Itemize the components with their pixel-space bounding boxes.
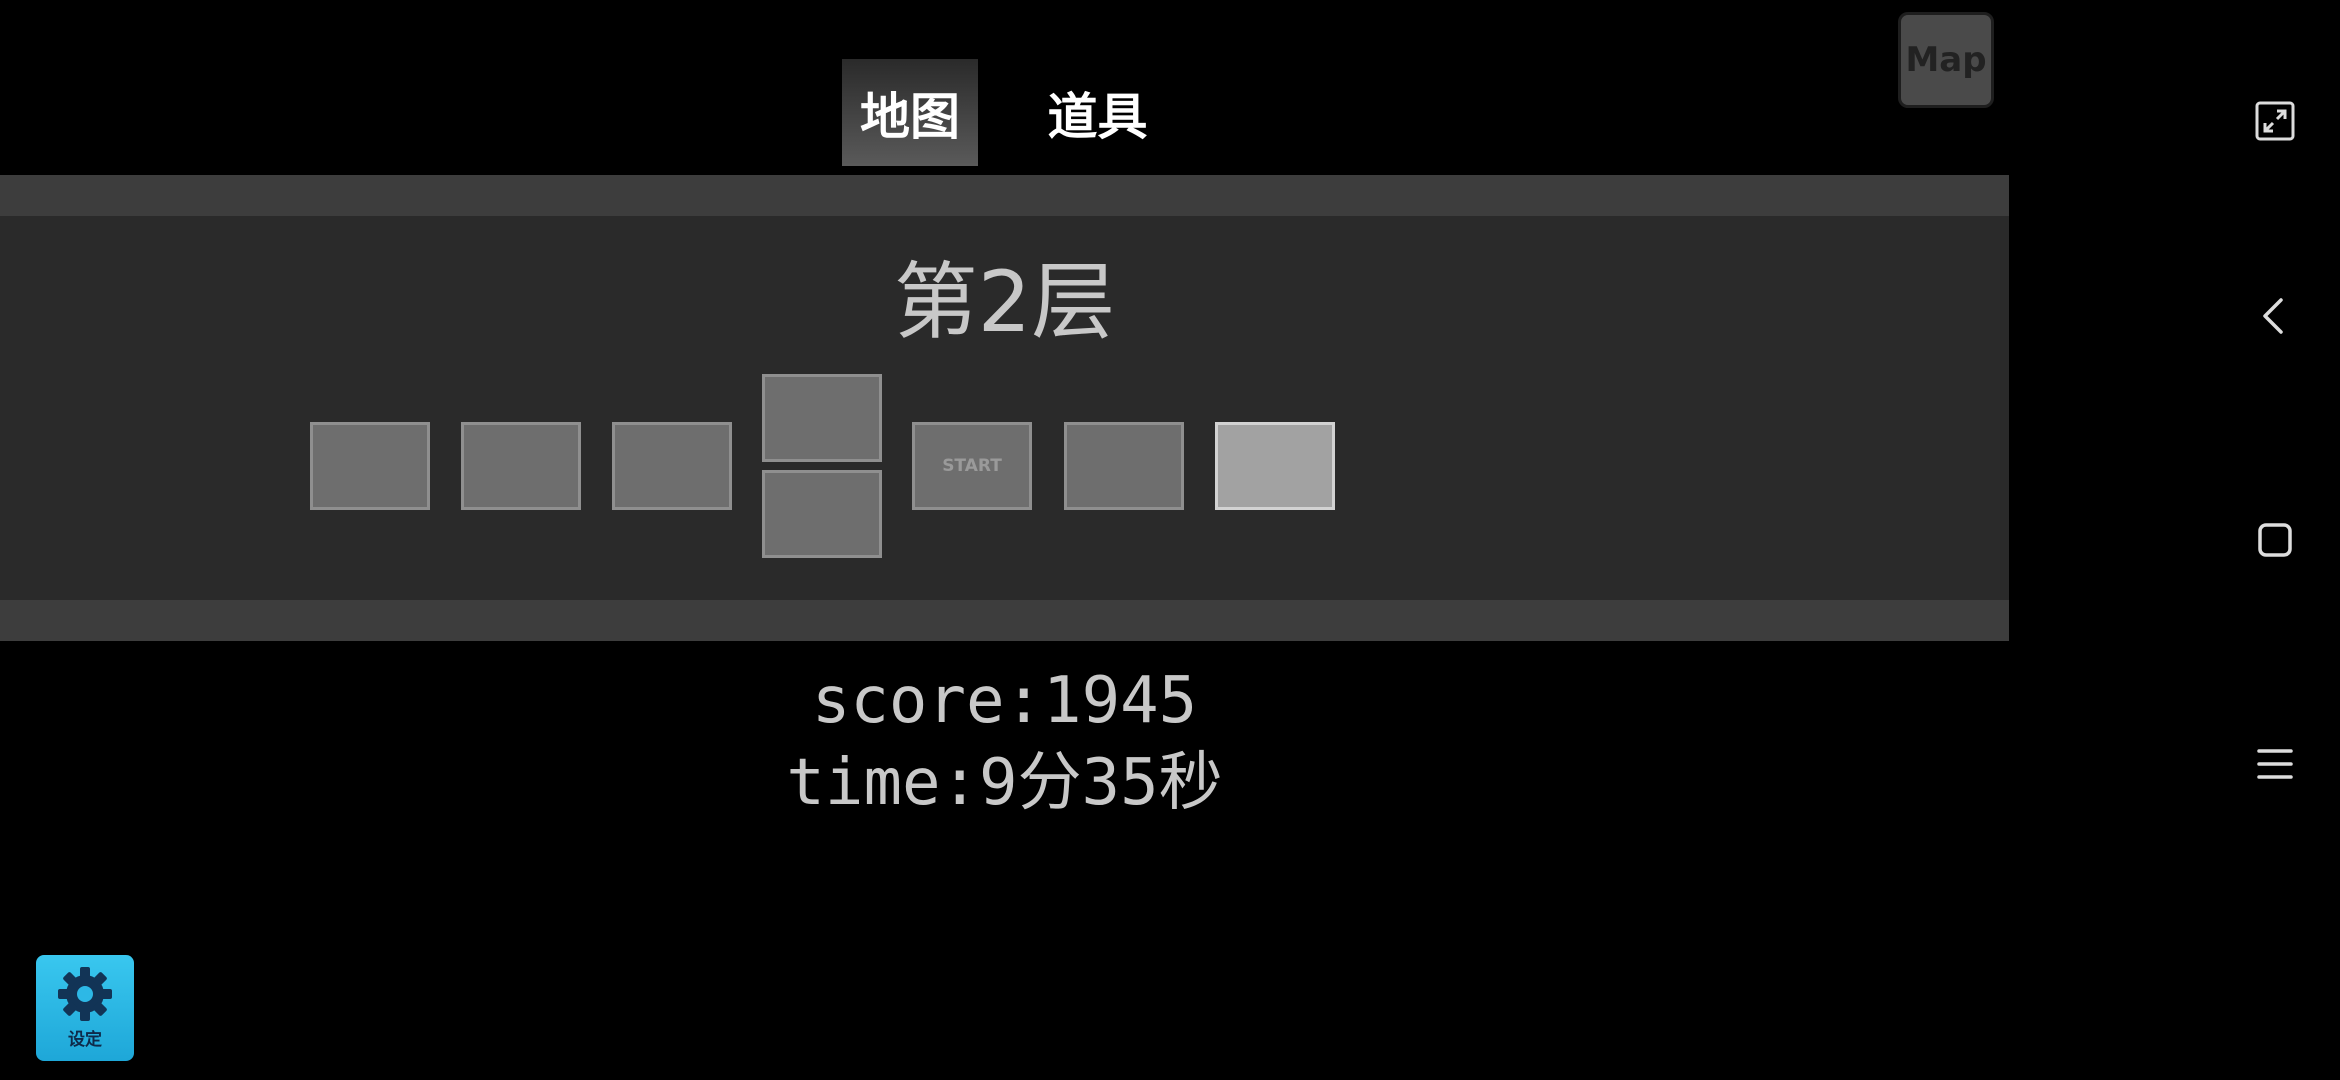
menu-button[interactable] <box>2240 729 2310 799</box>
menu-icon <box>2257 749 2293 779</box>
time-text: time:9分35秒 <box>786 746 1223 820</box>
tab-map[interactable]: 地图 <box>842 59 978 166</box>
map-room <box>612 422 732 510</box>
stats: score:1945 time:9分35秒 <box>0 660 2009 824</box>
score-text: score:1945 <box>811 664 1198 738</box>
map-button[interactable]: Map <box>1898 12 1994 108</box>
panel-top-band <box>0 175 2009 216</box>
back-icon <box>2263 298 2283 334</box>
map-room <box>762 470 882 558</box>
current-room <box>1215 422 1335 510</box>
start-room: START <box>912 422 1032 510</box>
map-panel: 第2层 START <box>0 175 2009 641</box>
home-button[interactable] <box>2240 505 2310 575</box>
fullscreen-icon <box>2255 101 2295 141</box>
map-room <box>310 422 430 510</box>
home-icon <box>2258 523 2292 557</box>
map-room <box>461 422 581 510</box>
tab-items[interactable]: 道具 <box>1030 59 1165 166</box>
settings-label: 设定 <box>68 1030 102 1050</box>
map-room <box>762 374 882 462</box>
back-button[interactable] <box>2240 281 2310 351</box>
floor-title: 第2层 <box>893 253 1116 351</box>
map-room <box>1064 422 1184 510</box>
fullscreen-button[interactable] <box>2240 86 2310 156</box>
panel-bottom-band <box>0 600 2009 641</box>
gear-icon <box>58 967 112 1021</box>
settings-button[interactable]: 设定 <box>36 955 134 1061</box>
